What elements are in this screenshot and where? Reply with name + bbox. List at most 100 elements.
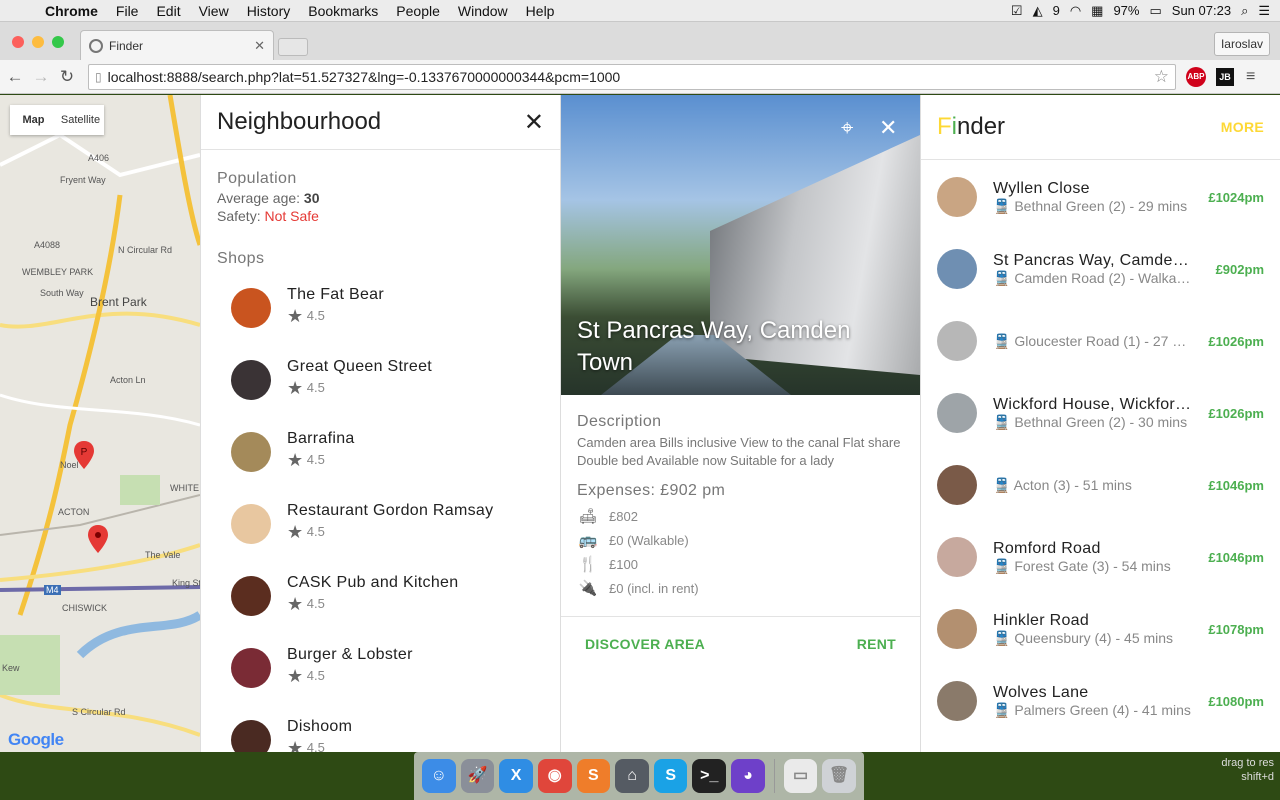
listing-item[interactable]: 🚆 Acton (3) - 51 mins £1046pm (921, 449, 1280, 521)
map-label: The Vale (145, 550, 181, 560)
shop-avatar (231, 432, 271, 472)
shop-item[interactable]: CASK Pub and Kitchen ★ 4.5 (201, 568, 560, 640)
flag-icon[interactable]: ▦ (1091, 3, 1103, 19)
rent-button[interactable]: RENT (857, 636, 896, 652)
star-icon: ★ (287, 594, 304, 614)
menu-file[interactable]: File (107, 3, 148, 19)
listing-thumbnail (937, 609, 977, 649)
forward-icon[interactable]: → (30, 67, 52, 87)
finder-webapp-icon[interactable]: ⌂ (615, 759, 649, 793)
listing-item[interactable]: Romford Road 🚆 Forest Gate (3) - 54 mins £… (921, 521, 1280, 593)
chrome-app-icon[interactable]: ◉ (537, 759, 572, 793)
map-type-satellite[interactable]: Satellite (57, 105, 104, 135)
wallpaper-text: drag to res shift+d (1221, 756, 1274, 784)
listing-item[interactable]: Wyllen Close 🚆 Bethnal Green (2) - 29 min… (921, 161, 1280, 233)
tab-finder[interactable]: Finder ✕ (80, 30, 274, 60)
map-label: A4088 (34, 240, 61, 250)
sublime-app-icon[interactable]: S (576, 759, 611, 793)
listing-station: 🚆 Bethnal Green (2) - 30 mins (993, 414, 1193, 431)
map-type-toggle: Map Satellite (10, 105, 104, 135)
reload-icon[interactable]: ↻ (56, 67, 78, 87)
profile-button[interactable]: Iaroslav (1213, 32, 1270, 56)
fork-knife-icon: 🍴 (578, 556, 598, 573)
listing-station-text: Acton (3) - 51 mins (1013, 476, 1132, 493)
shop-item[interactable]: Barrafina ★ 4.5 (201, 424, 560, 496)
shop-item[interactable]: Burger & Lobster ★ 4.5 (201, 640, 560, 712)
menu-edit[interactable]: Edit (147, 3, 189, 19)
train-icon: 🚆 (993, 413, 1015, 430)
notification-center-icon[interactable]: ☰ (1258, 3, 1270, 19)
document-icon[interactable]: ▭ (783, 759, 818, 793)
menu-window[interactable]: Window (449, 3, 517, 19)
xcode-app-icon[interactable]: X (499, 759, 533, 793)
clock[interactable]: Sun 07:23 (1172, 3, 1231, 18)
map-type-map[interactable]: Map (10, 105, 57, 135)
shop-item[interactable]: Great Queen Street ★ 4.5 (201, 352, 560, 424)
address-bar[interactable]: ▯ localhost:8888/search.php?lat=51.52732… (88, 63, 1176, 90)
my-location-icon[interactable]: ⌖ (841, 115, 853, 141)
shop-info: Restaurant Gordon Ramsay ★ 4.5 (287, 502, 493, 543)
map-roads (0, 95, 200, 752)
adobe-status-icon[interactable]: ◭ (1033, 3, 1043, 19)
menu-view[interactable]: View (190, 3, 238, 19)
plug-icon: 🔌 (578, 580, 598, 597)
map-view[interactable]: Map Satellite A406 Fryent Way A4088 WEMB… (0, 95, 200, 752)
train-icon: 🚆 (993, 197, 1015, 214)
listing-station: 🚆 Forest Gate (3) - 54 mins (993, 558, 1193, 575)
zoom-window-button[interactable] (52, 36, 64, 48)
marker-label: P (81, 447, 88, 458)
checklist-status-icon[interactable]: ☑ (1011, 3, 1023, 19)
battery-icon[interactable]: ▭ (1149, 3, 1161, 19)
listing-station-text: Palmers Green (4) - 41 mins (1014, 701, 1191, 718)
new-tab-button[interactable] (278, 38, 308, 56)
listing-item[interactable]: Wolves Lane 🚆 Palmers Green (4) - 41 mins… (921, 665, 1280, 737)
wifi-icon[interactable]: ◠ (1070, 3, 1081, 19)
terminal-app-icon[interactable]: >_ (692, 759, 727, 793)
shop-name: CASK Pub and Kitchen (287, 574, 459, 591)
more-button[interactable]: MORE (1221, 119, 1264, 135)
skype-app-icon[interactable]: S (653, 759, 688, 793)
shops-section: Shops (201, 224, 560, 280)
listing-item[interactable]: St Pancras Way, Camden Town🚆 Camden Road… (921, 233, 1280, 305)
menu-people[interactable]: People (387, 3, 449, 19)
star-icon: ★ (287, 306, 304, 326)
menu-history[interactable]: History (238, 3, 300, 19)
menu-app-name[interactable]: Chrome (36, 3, 107, 19)
launchpad-app-icon[interactable]: 🚀 (460, 759, 495, 793)
minimize-window-button[interactable] (32, 36, 44, 48)
listing-item[interactable]: Hinkler Road 🚆 Queensbury (4) - 45 mins £1… (921, 593, 1280, 665)
adblock-extension-icon[interactable]: ABP (1186, 66, 1206, 87)
shop-item[interactable]: Restaurant Gordon Ramsay ★ 4.5 (201, 496, 560, 568)
tab-close-icon[interactable]: ✕ (254, 38, 265, 54)
expense-value: £0 (Walkable) (609, 532, 689, 548)
population-section: Population Average age: 30 Safety: Not S… (201, 150, 560, 224)
listing-item[interactable]: 🚆 Gloucester Road (1) - 27 mins £1026pm (921, 305, 1280, 377)
listing-station-text: Gloucester Road (1) - 27 mins (1014, 332, 1193, 349)
discover-area-button[interactable]: DISCOVER AREA (585, 636, 705, 652)
back-icon[interactable]: ← (4, 67, 26, 87)
spotlight-icon[interactable]: ⌕ (1241, 3, 1248, 19)
menu-bookmarks[interactable]: Bookmarks (299, 3, 387, 19)
map-label: Kew (2, 663, 20, 673)
jetbrains-extension-icon[interactable]: JB (1216, 67, 1234, 86)
close-icon[interactable]: ✕ (524, 108, 544, 137)
description-text: Camden area Bills inclusive View to the … (577, 435, 901, 468)
listing-station: 🚆 Acton (3) - 51 mins (993, 477, 1193, 494)
map-marker-icon[interactable]: P (74, 441, 94, 469)
listing-item[interactable]: Wickford House, Wickford Street🚆 Bethnal… (921, 377, 1280, 449)
map-marker-icon[interactable] (88, 525, 108, 553)
close-icon[interactable]: ✕ (879, 115, 897, 141)
shop-item[interactable]: The Fat Bear ★ 4.5 (201, 280, 560, 352)
tab-favicon (89, 38, 103, 53)
trash-icon[interactable]: 🗑 (822, 759, 857, 793)
menu-help[interactable]: Help (517, 3, 564, 19)
chrome-menu-icon[interactable]: ≡ (1246, 68, 1255, 86)
github-app-icon[interactable]: ◕ (731, 759, 765, 793)
shop-item[interactable]: Dishoom ★ 4.5 (201, 712, 560, 752)
map-label: King St (172, 578, 200, 588)
listing-thumbnail (937, 465, 977, 505)
finder-app-icon[interactable]: ☺ (422, 759, 456, 793)
close-window-button[interactable] (12, 36, 24, 48)
bookmark-star-icon[interactable]: ☆ (1154, 67, 1169, 87)
shop-name: Burger & Lobster (287, 646, 413, 663)
